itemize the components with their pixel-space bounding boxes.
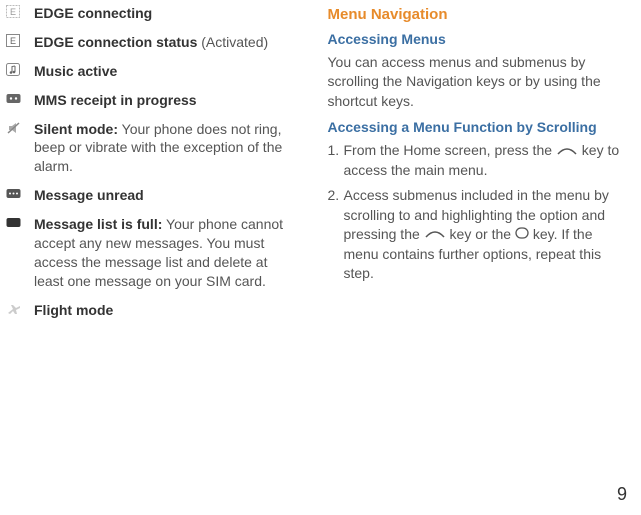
step-item: 2. Access submenus included in the menu … <box>328 186 622 283</box>
message-full-icon <box>6 215 34 230</box>
edge-active-icon: E <box>6 33 34 48</box>
silent-icon <box>6 120 34 135</box>
ok-key-icon <box>515 225 529 244</box>
softkey-icon <box>424 225 446 244</box>
subsection-heading: Accessing a Menu Function by Scrolling <box>328 119 622 135</box>
step-item: 1. From the Home screen, press the key t… <box>328 141 622 180</box>
item-text: Message list is full: Your phone cannot … <box>34 215 300 291</box>
mms-icon <box>6 91 34 106</box>
menu-navigation-section: Menu Navigation Accessing Menus You can … <box>328 4 622 330</box>
step-number: 1. <box>328 141 344 180</box>
item-text: MMS receipt in progress <box>34 91 300 110</box>
list-item: Music active <box>6 62 300 81</box>
subsection-heading: Accessing Menus <box>328 31 622 47</box>
list-item: E EDGE connecting <box>6 4 300 23</box>
list-item: Message unread <box>6 186 300 205</box>
section-heading: Menu Navigation <box>328 6 622 23</box>
item-text: Message unread <box>34 186 300 205</box>
step-text: Access submenus included in the menu by … <box>344 186 622 283</box>
list-item: MMS receipt in progress <box>6 91 300 110</box>
list-item: E EDGE connection status (Activated) <box>6 33 300 52</box>
list-item: Flight mode <box>6 301 300 320</box>
music-icon <box>6 62 34 77</box>
page-number: 9 <box>617 484 627 505</box>
message-unread-icon <box>6 186 34 201</box>
step-number: 2. <box>328 186 344 283</box>
list-item: Message list is full: Your phone cannot … <box>6 215 300 291</box>
item-text: EDGE connecting <box>34 4 300 23</box>
paragraph: You can access menus and submenus by scr… <box>328 53 622 111</box>
softkey-icon <box>556 142 578 161</box>
svg-text:E: E <box>10 7 16 17</box>
flight-icon <box>6 301 34 316</box>
list-item: Silent mode: Your phone does not ring, b… <box>6 120 300 177</box>
step-text: From the Home screen, press the key to a… <box>344 141 622 180</box>
item-text: Silent mode: Your phone does not ring, b… <box>34 120 300 177</box>
edge-connecting-icon: E <box>6 4 34 19</box>
svg-text:E: E <box>10 36 16 46</box>
status-icons-list: E EDGE connecting E EDGE connection stat… <box>6 4 300 330</box>
item-text: Music active <box>34 62 300 81</box>
item-text: Flight mode <box>34 301 300 320</box>
item-text: EDGE connection status (Activated) <box>34 33 300 52</box>
